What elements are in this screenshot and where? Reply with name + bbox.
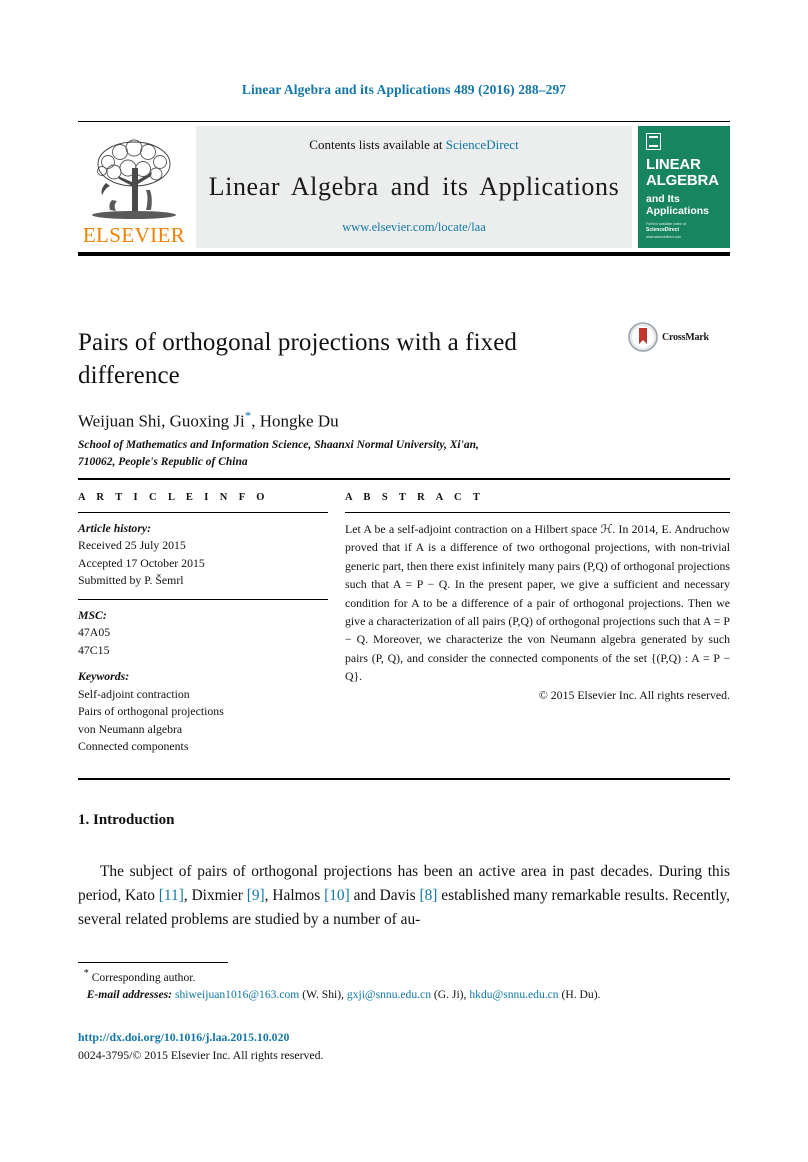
author-list: Weijuan Shi, Guoxing Ji*, Hongke Du <box>78 408 339 432</box>
email-author-3: (H. Du). <box>561 988 601 1002</box>
citation-link[interactable]: [8] <box>419 887 437 904</box>
email-addresses-note: E-mail addresses: shiweijuan1016@163.com… <box>78 986 730 1004</box>
history-item: Accepted 17 October 2015 <box>78 555 205 570</box>
section-heading-introduction: 1. Introduction <box>78 812 175 828</box>
affiliation-line-1: School of Mathematics and Information Sc… <box>78 439 479 451</box>
introduction-paragraph: The subject of pairs of orthogonal proje… <box>78 860 730 932</box>
author-names-tail: , Hongke Du <box>251 411 339 431</box>
corresponding-author-text: Corresponding author. <box>91 970 196 984</box>
email-author-1: (W. Shi), <box>302 988 344 1002</box>
paragraph-text: and Davis <box>349 886 420 904</box>
contents-prefix: Contents lists available at <box>309 137 446 152</box>
author-names: Weijuan Shi, Guoxing Ji <box>78 411 245 431</box>
email-link-1[interactable]: shiweijuan1016@163.com <box>175 988 299 1001</box>
article-history-heading: Article history: <box>78 521 152 535</box>
history-item: Submitted by P. Šemrl <box>78 573 184 588</box>
cover-title-line2: ALGEBRA <box>646 171 719 189</box>
cover-title-line3: and Its <box>646 192 680 205</box>
article-info-heading: A R T I C L E I N F O <box>78 492 269 503</box>
info-rule-middle <box>78 598 328 600</box>
citation-link[interactable]: [10] <box>324 887 350 904</box>
cover-publisher-icon <box>646 133 661 150</box>
journal-homepage-link[interactable]: www.elsevier.com/locate/laa <box>342 220 486 235</box>
msc-heading: MSC: <box>78 607 107 622</box>
article-info-column: A R T I C L E I N F O Article history: R… <box>78 492 328 764</box>
citation-link[interactable]: [11] <box>159 887 184 904</box>
paper-page: Linear Algebra and its Applications 489 … <box>0 0 808 1162</box>
journal-cover-thumbnail: LINEAR ALGEBRA and Its Applications Full… <box>638 126 730 248</box>
issn-copyright-line: 0024-3795/© 2015 Elsevier Inc. All right… <box>78 1047 324 1062</box>
msc-group: MSC: 47A05 47C15 <box>78 607 328 659</box>
info-rule-top <box>78 512 328 513</box>
abstract-text: Let A be a self-adjoint contraction on a… <box>345 522 730 684</box>
elsevier-logo: ELSEVIER <box>78 126 190 248</box>
cover-title-line1: LINEAR <box>646 156 701 173</box>
email-author-2: (G. Ji), <box>433 988 467 1002</box>
abstract-heading: A B S T R A C T <box>345 492 485 503</box>
doi-block: http://dx.doi.org/10.1016/j.laa.2015.10.… <box>78 1029 324 1064</box>
journal-title: Linear Algebra and its Applications <box>208 171 620 201</box>
paragraph-text: , Halmos <box>264 886 325 904</box>
msc-item: 47A05 <box>78 625 111 640</box>
contents-available-line: Contents lists available at ScienceDirec… <box>309 137 518 153</box>
elsevier-tree-icon <box>92 139 176 219</box>
keyword-item: von Neumann algebra <box>78 721 183 736</box>
contents-band: Contents lists available at ScienceDirec… <box>196 126 632 248</box>
keywords-group: Keywords: Self-adjoint contraction Pairs… <box>78 668 328 755</box>
footnote-separator <box>78 962 228 963</box>
email-link-3[interactable]: hkdu@snnu.edu.cn <box>469 988 558 1001</box>
email-addresses-label: E-mail addresses: <box>86 988 173 1002</box>
keyword-item: Pairs of orthogonal projections <box>78 704 224 719</box>
masthead-bottom-rule <box>78 252 730 256</box>
abstract-column: A B S T R A C T Let A be a self-adjoint … <box>345 492 730 703</box>
keyword-item: Self-adjoint contraction <box>78 686 190 701</box>
crossmark-icon <box>628 322 658 352</box>
article-history-group: Article history: Received 25 July 2015 A… <box>78 520 328 590</box>
title-block: Pairs of orthogonal projections with a f… <box>78 326 618 392</box>
cover-footer-bottom: www.sciencedirect.com <box>646 234 682 239</box>
email-link-2[interactable]: gxji@snnu.edu.cn <box>347 988 431 1001</box>
history-item: Received 25 July 2015 <box>78 538 186 553</box>
corresponding-author-note: * Corresponding author. <box>78 966 730 986</box>
msc-item: 47C15 <box>78 642 110 657</box>
abstract-copyright: © 2015 Elsevier Inc. All rights reserved… <box>538 687 730 702</box>
affiliation: School of Mathematics and Information Sc… <box>78 437 638 472</box>
header-divider <box>78 478 730 481</box>
footnote-star-marker: * <box>83 968 89 979</box>
abstract-rule-top <box>345 512 730 513</box>
footnote-block: * Corresponding author. E-mail addresses… <box>78 966 730 1004</box>
elsevier-wordmark: ELSEVIER <box>82 223 186 247</box>
affiliation-line-2: 710062, People's Republic of China <box>78 456 248 469</box>
crossmark-label: CrossMark <box>662 331 709 343</box>
cover-footer: Full text available online at ScienceDir… <box>646 222 686 240</box>
keywords-heading: Keywords: <box>78 669 130 684</box>
abstract-divider <box>78 778 730 781</box>
cover-footer-brand: ScienceDirect <box>646 227 680 234</box>
keyword-item: Connected components <box>78 738 189 753</box>
cover-title-line4: Applications <box>646 204 710 217</box>
sciencedirect-link[interactable]: ScienceDirect <box>446 137 519 152</box>
doi-link[interactable]: http://dx.doi.org/10.1016/j.laa.2015.10.… <box>78 1029 324 1047</box>
page-title: Pairs of orthogonal projections with a f… <box>78 329 518 389</box>
crossmark-badge[interactable]: CrossMark <box>628 322 709 352</box>
journal-masthead: ELSEVIER Contents lists available at Sci… <box>78 121 730 248</box>
paragraph-text: , Dixmier <box>183 886 247 904</box>
running-head: Linear Algebra and its Applications 489 … <box>241 82 567 97</box>
citation-link[interactable]: [9] <box>247 887 265 904</box>
